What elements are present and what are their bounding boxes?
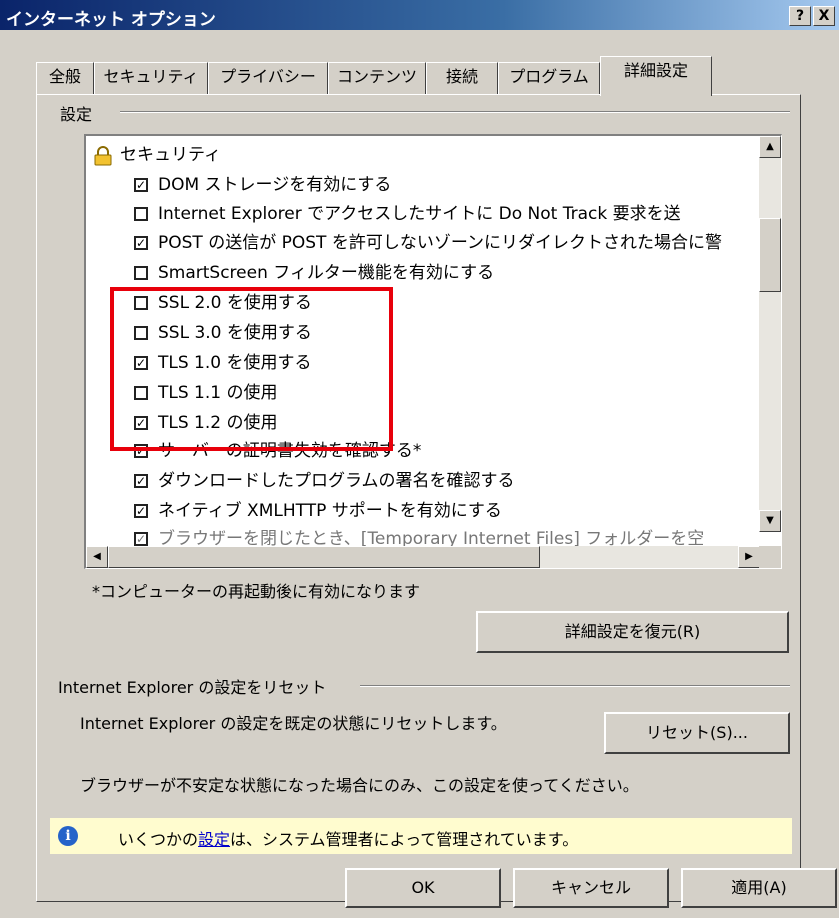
lock-icon	[94, 146, 112, 174]
ok-button[interactable]: OK	[345, 868, 501, 908]
managed-settings-info-bar: i いくつかの設定は、システム管理者によって管理されています。	[50, 818, 792, 854]
reset-warning: ブラウザーが不安定な状態になった場合にのみ、この設定を使ってください。	[80, 776, 639, 795]
window-title: インターネット オプション	[6, 10, 216, 30]
info-text-prefix: いくつかの	[118, 830, 199, 849]
internet-options-dialog: インターネット オプション ? X 全般 セキュリティ プライバシー コンテンツ…	[0, 0, 839, 918]
scroll-right-arrow-icon[interactable]: ▶	[738, 546, 760, 568]
option-label: ネイティブ XMLHTTP サポートを有効にする	[158, 501, 502, 521]
horizontal-scrollbar[interactable]: ◀ ▶	[86, 546, 760, 568]
tab-advanced[interactable]: 詳細設定	[600, 56, 712, 96]
checkbox-dom-storage[interactable]: ✓	[134, 178, 148, 192]
restart-note: *コンピューターの再起動後に有効になります	[92, 582, 421, 601]
option-label: POST の送信が POST を許可しないゾーンにリダイレクトされた場合に警	[158, 233, 722, 253]
scroll-corner	[759, 546, 781, 568]
info-icon: i	[58, 826, 78, 846]
option-label: DOM ストレージを有効にする	[158, 175, 392, 195]
info-text: いくつかの設定は、システム管理者によって管理されています。	[118, 826, 578, 850]
close-button[interactable]: X	[813, 6, 835, 26]
reset-description: Internet Explorer の設定を既定の状態にリセットします。	[80, 714, 507, 733]
checkbox-signature-check[interactable]: ✓	[134, 474, 148, 488]
title-bar: インターネット オプション ? X	[0, 0, 839, 30]
reset-group-divider	[360, 685, 790, 687]
option-label: ダウンロードしたプログラムの署名を確認する	[158, 471, 515, 491]
tab-privacy[interactable]: プライバシー	[208, 62, 328, 94]
checkbox-smartscreen[interactable]	[134, 266, 148, 280]
scroll-left-arrow-icon[interactable]: ◀	[86, 546, 108, 568]
tls-highlight-box	[110, 287, 393, 451]
settings-group-label: 設定	[60, 101, 99, 125]
vertical-scrollbar[interactable]: ▲ ▼	[759, 136, 781, 532]
settings-group-divider	[120, 111, 790, 113]
scroll-down-arrow-icon[interactable]: ▼	[759, 510, 781, 532]
cancel-button[interactable]: キャンセル	[513, 868, 669, 908]
checkbox-post-redirect[interactable]: ✓	[134, 236, 148, 250]
restore-advanced-settings-button[interactable]: 詳細設定を復元(R)	[476, 611, 789, 653]
tab-programs[interactable]: プログラム	[498, 62, 600, 94]
apply-button[interactable]: 適用(A)	[681, 868, 837, 908]
tab-general[interactable]: 全般	[36, 62, 94, 94]
tab-connections[interactable]: 接続	[426, 62, 498, 94]
option-label: Internet Explorer でアクセスしたサイトに Do Not Tra…	[158, 204, 681, 224]
option-label: SmartScreen フィルター機能を有効にする	[158, 263, 495, 283]
settings-link[interactable]: 設定	[198, 830, 230, 849]
reset-button[interactable]: リセット(S)...	[604, 712, 790, 754]
help-button[interactable]: ?	[789, 6, 811, 26]
horizontal-scroll-thumb[interactable]	[108, 546, 540, 568]
reset-group-label: Internet Explorer の設定をリセット	[58, 674, 333, 698]
vertical-scroll-thumb[interactable]	[759, 218, 781, 292]
tab-security[interactable]: セキュリティ	[94, 62, 208, 94]
category-label: セキュリティ	[120, 145, 221, 165]
scroll-up-arrow-icon[interactable]: ▲	[759, 136, 781, 158]
tab-content[interactable]: コンテンツ	[328, 62, 426, 94]
checkbox-empty-temp-files[interactable]: ✓	[134, 532, 148, 546]
checkbox-do-not-track[interactable]	[134, 207, 148, 221]
info-text-suffix: は、システム管理者によって管理されています。	[230, 830, 579, 849]
checkbox-native-xmlhttp[interactable]: ✓	[134, 504, 148, 518]
